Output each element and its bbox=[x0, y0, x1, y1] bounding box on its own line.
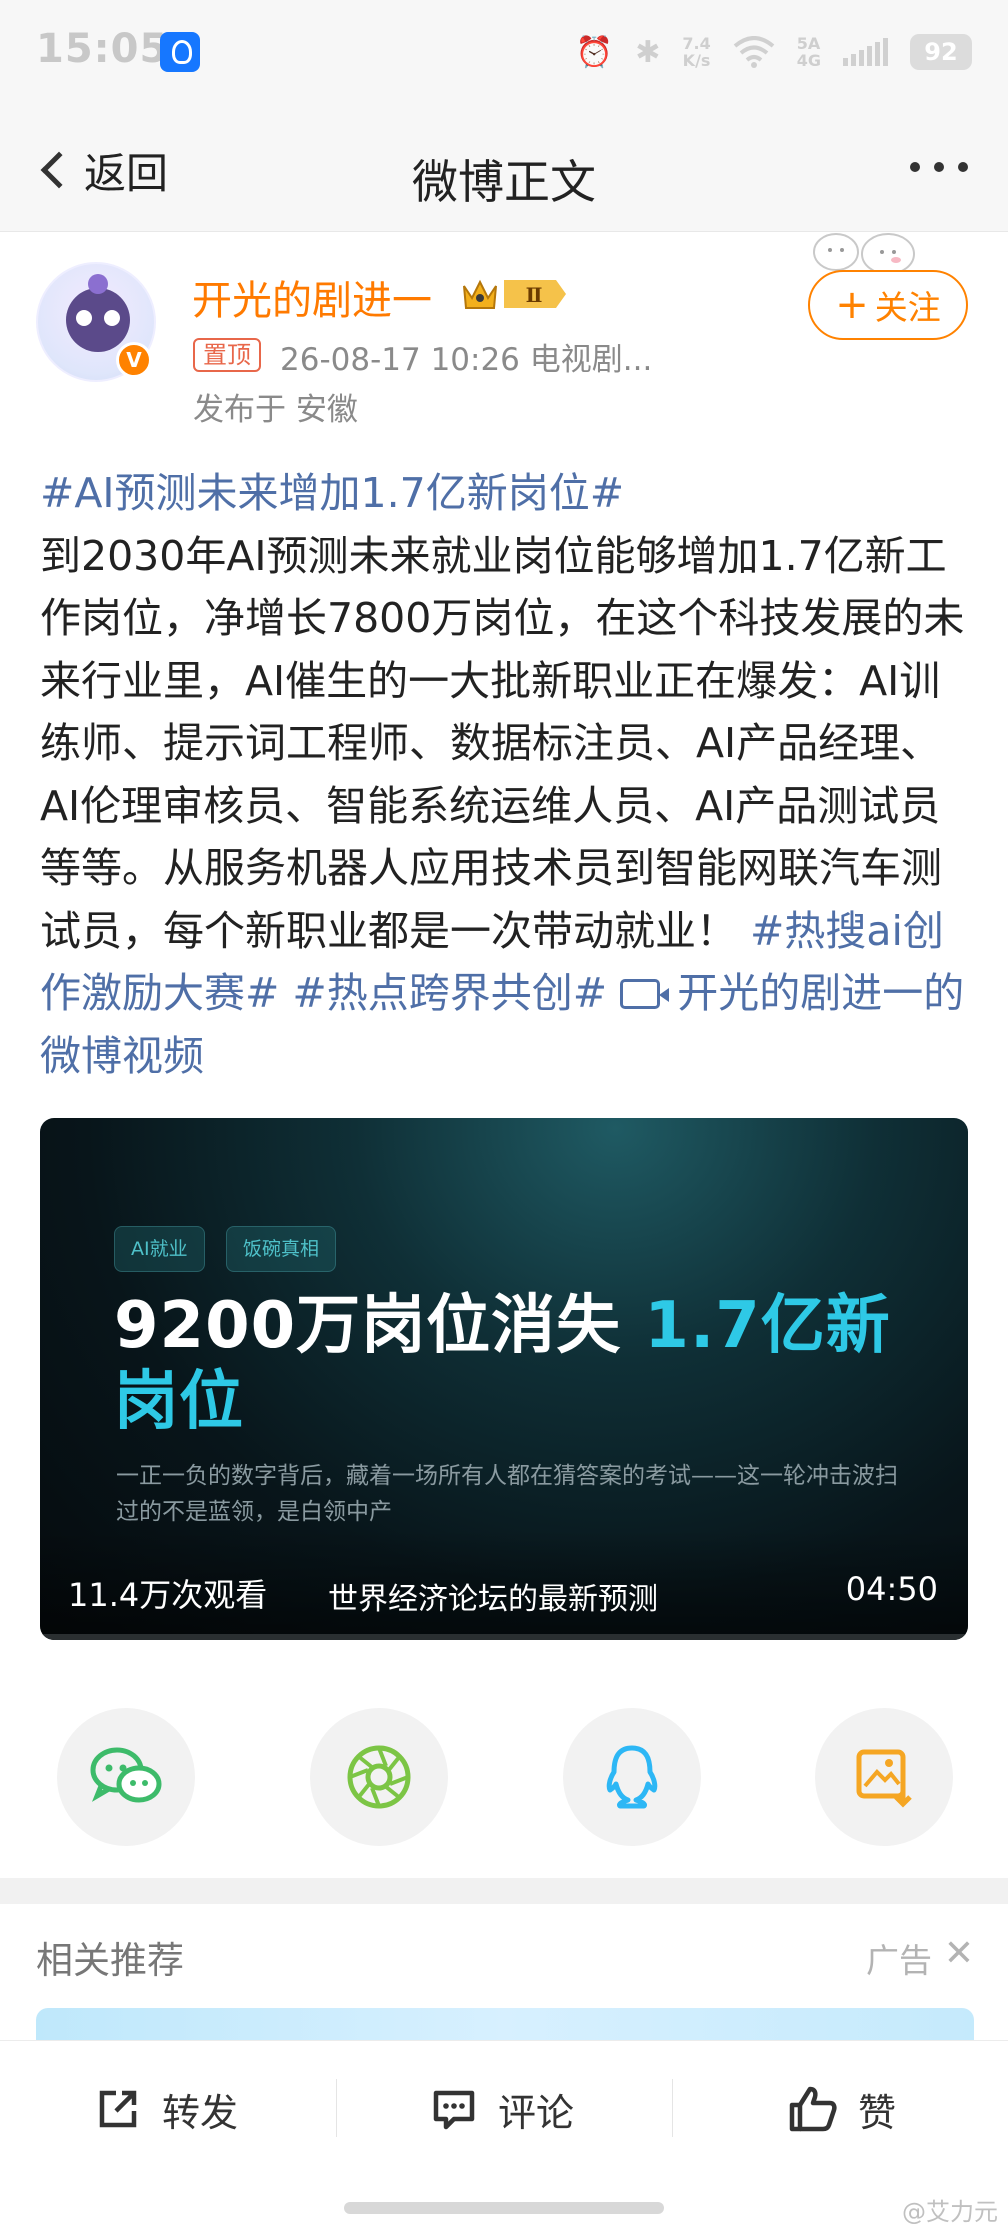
moments-icon bbox=[347, 1745, 411, 1809]
repost-button[interactable]: 转发 bbox=[94, 2079, 238, 2139]
repost-label: 转发 bbox=[162, 2090, 239, 2135]
video-duration: 04:50 bbox=[845, 1570, 938, 1608]
battery-indicator: 92 bbox=[910, 34, 972, 70]
more-dot-icon bbox=[910, 162, 920, 172]
vip-level: Ⅱ bbox=[526, 283, 543, 307]
alarm-icon: ⏰ bbox=[575, 34, 614, 70]
watermark: @艾力元 bbox=[902, 2198, 998, 2226]
pinned-tag: 置顶 bbox=[193, 338, 261, 372]
save-image-button[interactable] bbox=[815, 1708, 953, 1846]
like-label: 赞 bbox=[858, 2090, 897, 2135]
post-meta: 26-08-17 10:26 电视剧... bbox=[280, 342, 653, 378]
net-speed-value: 7.4 bbox=[682, 34, 711, 53]
wifi-icon bbox=[733, 36, 775, 68]
related-recommendations-title: 相关推荐 bbox=[36, 1939, 184, 1982]
follow-label: 关注 bbox=[874, 288, 941, 327]
video-caption: 世界经济论坛的最新预测 bbox=[328, 1582, 658, 1617]
share-wechat-button[interactable] bbox=[57, 1708, 195, 1846]
status-bar: 15:05 ⏰ ✱ 7.4 K/s 5A 4G 92 bbox=[0, 0, 1008, 110]
video-player[interactable]: AI就业 饭碗真相 9200万岗位消失 1.7亿新岗位 一正一负的数字背后，藏着… bbox=[40, 1118, 968, 1640]
avatar-character-icon bbox=[66, 274, 130, 352]
video-headline-main: 9200万岗位消失 bbox=[114, 1289, 645, 1363]
verified-badge-icon: V bbox=[116, 342, 152, 378]
status-indicators: ⏰ ✱ 7.4 K/s 5A 4G 92 bbox=[576, 30, 972, 74]
page-title: 微博正文 bbox=[412, 155, 596, 209]
more-dot-icon bbox=[934, 162, 944, 172]
vip-crown-icon[interactable]: Ⅱ bbox=[460, 274, 570, 314]
plus-icon: + bbox=[835, 282, 869, 328]
post-location: 发布于 安徽 bbox=[193, 392, 358, 428]
status-time: 15:05 bbox=[36, 26, 169, 72]
wechat-icon bbox=[90, 1747, 162, 1803]
ad-label: 广告 bbox=[866, 1941, 932, 1980]
video-progress-bar[interactable] bbox=[40, 1634, 968, 1640]
like-button[interactable]: 赞 bbox=[788, 2079, 896, 2139]
bluetooth-icon: ✱ bbox=[635, 34, 661, 70]
comment-icon bbox=[433, 2090, 475, 2130]
comment-button[interactable]: 评论 bbox=[430, 2079, 574, 2139]
post-text: 到2030年AI预测未来就业岗位能够增加1.7亿新工作岗位，净增长7800万岗位… bbox=[40, 531, 965, 955]
qq-icon bbox=[606, 1745, 658, 1809]
thumbs-up-icon bbox=[789, 2086, 837, 2132]
section-divider bbox=[0, 1878, 1008, 1904]
video-view-count: 11.4万次观看 bbox=[68, 1576, 268, 1614]
username[interactable]: 开光的剧进一 bbox=[192, 268, 432, 326]
follow-button[interactable]: + 关注 bbox=[808, 270, 968, 340]
net-speed-unit: K/s bbox=[682, 51, 711, 70]
repost-icon bbox=[99, 2090, 137, 2128]
nav-bar: 返回 微博正文 bbox=[0, 110, 1008, 232]
share-qq-button[interactable] bbox=[563, 1708, 701, 1846]
action-separator bbox=[336, 2079, 337, 2137]
network-type: 5A 4G bbox=[797, 35, 821, 69]
more-options-button[interactable] bbox=[910, 162, 968, 172]
topic-link[interactable]: #AI预测未来增加1.7亿新岗位# bbox=[40, 469, 624, 517]
video-subtext: 一正一负的数字背后，藏着一场所有人都在猜答案的考试——这一轮冲击波扫过的不是蓝领… bbox=[116, 1463, 898, 1525]
network-type-bottom: 4G bbox=[796, 51, 821, 70]
more-dot-icon bbox=[958, 162, 968, 172]
close-icon[interactable]: ✕ bbox=[944, 1936, 974, 1972]
video-headline: 9200万岗位消失 1.7亿新岗位 bbox=[114, 1288, 934, 1440]
post-body: #AI预测未来增加1.7亿新岗位# 到2030年AI预测未来就业岗位能够增加1.… bbox=[40, 462, 975, 1087]
network-type-top: 5A bbox=[796, 34, 821, 53]
comment-label: 评论 bbox=[498, 2090, 575, 2135]
home-indicator[interactable] bbox=[344, 2202, 664, 2214]
share-moments-button[interactable] bbox=[310, 1708, 448, 1846]
notification-bulb-icon bbox=[160, 32, 200, 72]
video-tag: AI就业 bbox=[114, 1226, 205, 1272]
video-tag: 饭碗真相 bbox=[226, 1226, 337, 1272]
video-camera-icon bbox=[620, 979, 670, 1009]
net-speed: 7.4 K/s bbox=[682, 35, 710, 69]
save-image-icon bbox=[856, 1749, 912, 1808]
action-separator bbox=[672, 2079, 673, 2137]
topic-link[interactable]: #热点跨界共创# bbox=[292, 969, 607, 1017]
signal-icon bbox=[843, 38, 888, 66]
